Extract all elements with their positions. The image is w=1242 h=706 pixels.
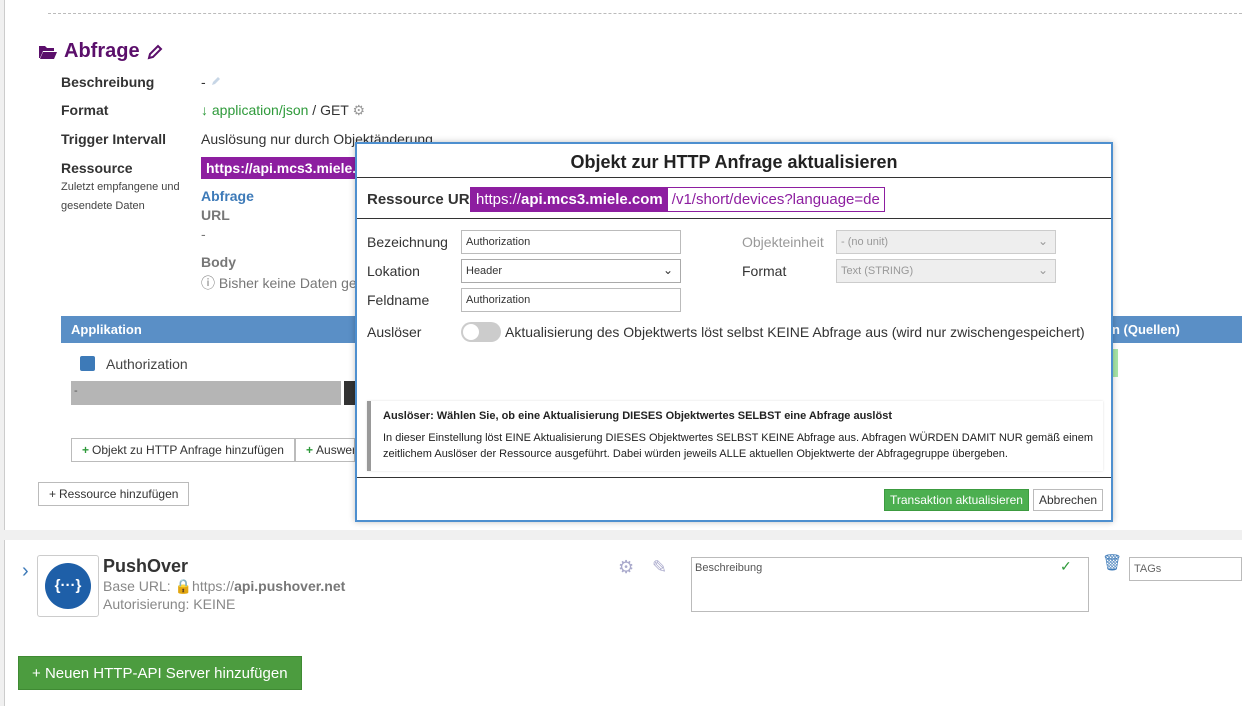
chevron-down-icon: ⌄ xyxy=(1037,263,1048,277)
format-value: Text (STRING) xyxy=(841,265,914,277)
row-name: Authorization xyxy=(106,356,188,372)
add-server-button[interactable]: + Neuen HTTP-API Server hinzufügen xyxy=(18,656,302,690)
trigger-info-box: Auslöser: Wählen Sie, ob eine Aktualisie… xyxy=(367,401,1103,471)
update-transaction-button[interactable]: Transaktion aktualisieren xyxy=(884,489,1029,511)
edit-icon[interactable] xyxy=(210,75,222,87)
objekteinheit-label: Objekteinheit xyxy=(742,234,824,250)
col-quellen: n (Quellen) xyxy=(1112,322,1180,337)
format-method: / GET xyxy=(312,102,349,118)
bar-divider xyxy=(344,381,355,405)
lokation-select[interactable]: Header ⌄ xyxy=(461,259,681,283)
resource-uri-base: https://api.mcs3.miele.com xyxy=(471,188,668,211)
format-label: Format xyxy=(742,263,787,279)
plus-icon: + xyxy=(306,443,314,457)
body-value: ⓘ Bisher keine Daten ges xyxy=(201,273,364,293)
abfrage-link[interactable]: Abfrage xyxy=(201,188,254,204)
add-resource-button[interactable]: + Ressource hinzufügen xyxy=(38,482,190,506)
ressource-label: Ressource xyxy=(61,160,133,176)
base-url-host: api.pushover.net xyxy=(234,578,346,594)
add-object-label: Objekt zu HTTP Anfrage hinzufügen xyxy=(92,443,284,457)
modal-header-divider xyxy=(357,177,1111,178)
folder-open-icon xyxy=(39,45,57,59)
tags-input[interactable]: TAGs xyxy=(1129,557,1242,581)
modal-uri-divider xyxy=(357,218,1111,219)
url-value: - xyxy=(201,226,206,242)
uri-prefix: https:// xyxy=(476,191,522,208)
plus-icon: + xyxy=(32,665,45,682)
add-resource-label: Ressource hinzufügen xyxy=(59,487,179,501)
body-text: Bisher keine Daten ges xyxy=(218,275,364,291)
toggle-knob xyxy=(463,324,479,340)
gear-icon[interactable]: ⚙ xyxy=(618,557,634,578)
chevron-down-icon: ⌄ xyxy=(1037,234,1048,248)
url-label: URL xyxy=(201,207,230,223)
api-icon: {···} xyxy=(45,563,91,609)
plus-icon: + xyxy=(49,487,57,501)
beschreibung-label: Beschreibung xyxy=(61,74,155,90)
info-icon: ⓘ xyxy=(201,275,215,291)
format-value: ↓ application/json / GET ⚙ xyxy=(201,102,365,119)
pencil-icon[interactable]: ✎ xyxy=(652,557,667,578)
format-mime: application/json xyxy=(211,102,309,118)
value-bar: - xyxy=(71,381,341,405)
trash-icon[interactable]: 🗑 xyxy=(1102,553,1122,573)
ausloeser-toggle[interactable] xyxy=(461,322,501,342)
lokation-label: Lokation xyxy=(367,263,420,279)
bezeichnung-input[interactable]: Authorization xyxy=(461,230,681,254)
chevron-right-icon[interactable]: › xyxy=(22,560,29,583)
base-url-prefix: https:// xyxy=(192,578,235,594)
format-label: Format xyxy=(61,102,109,118)
info-body: In dieser Einstellung löst EINE Aktualis… xyxy=(383,432,1094,460)
lokation-value: Header xyxy=(466,265,503,277)
resource-uri: https://api.mcs3.miele.com /v1/short/dev… xyxy=(470,187,885,212)
lock-icon: 🔒 xyxy=(174,578,193,594)
uri-host: api.mcs3.miele.com xyxy=(521,191,663,208)
section-title: Abfrage xyxy=(64,40,140,62)
zuletzt-label-2: gesendete Daten xyxy=(61,200,145,212)
modal-title: Objekt zur HTTP Anfrage aktualisieren xyxy=(570,152,898,172)
chevron-down-icon: ⌄ xyxy=(662,263,673,277)
format-select: Text (STRING) ⌄ xyxy=(836,259,1056,283)
base-url-label: Base URL: xyxy=(103,578,171,594)
trigger-label: Trigger Intervall xyxy=(61,131,167,147)
col-applikation: Applikation xyxy=(71,322,142,337)
objekteinheit-value: - (no unit) xyxy=(841,236,889,248)
bezeichnung-label: Bezeichnung xyxy=(367,234,448,250)
ausloeser-label: Auslöser xyxy=(367,324,422,340)
feldname-input[interactable]: Authorization xyxy=(461,288,681,312)
resource-uri-label: Ressource URI xyxy=(367,191,474,208)
add-object-button[interactable]: + Objekt zu HTTP Anfrage hinzufügen xyxy=(71,438,295,462)
arrow-down-icon: ↓ xyxy=(201,102,208,118)
description-textarea[interactable]: Beschreibung xyxy=(691,557,1089,612)
pencil-icon[interactable] xyxy=(146,43,164,61)
objekteinheit-select: - (no unit) ⌄ xyxy=(836,230,1056,254)
modal-footer-divider xyxy=(357,477,1111,478)
ausloeser-description: Aktualisierung des Objektwerts löst selb… xyxy=(505,324,1085,340)
cancel-button[interactable]: Abbrechen xyxy=(1033,489,1104,511)
server-auth: Autorisierung: KEINE xyxy=(103,596,236,612)
update-object-modal: Objekt zur HTTP Anfrage aktualisieren Re… xyxy=(355,142,1113,522)
server-base-url: Base URL: 🔒https://api.pushover.net xyxy=(103,578,345,595)
row-checkbox[interactable] xyxy=(80,356,95,371)
auswer-label: Auswer xyxy=(316,443,355,457)
gear-icon[interactable]: ⚙ xyxy=(353,102,366,118)
divider xyxy=(48,13,1242,14)
server-name: PushOver xyxy=(103,556,189,576)
feldname-label: Feldname xyxy=(367,292,430,308)
zuletzt-label-1: Zuletzt empfangene und xyxy=(61,181,180,193)
section-header: Abfrage xyxy=(38,40,164,63)
body-label: Body xyxy=(201,254,236,270)
server-logo-card: {···} xyxy=(37,555,99,617)
add-server-label: Neuen HTTP-API Server hinzufügen xyxy=(44,665,288,682)
check-icon[interactable]: ✓ xyxy=(1060,558,1072,575)
auswer-button[interactable]: + Auswer xyxy=(295,438,355,462)
beschreibung-value: - xyxy=(201,74,222,90)
plus-icon: + xyxy=(82,443,90,457)
beschreibung-text: - xyxy=(201,74,206,90)
ressource-chip: https://api.mcs3.miele.co xyxy=(201,157,378,179)
resource-uri-path: /v1/short/devices?language=de xyxy=(671,191,880,208)
info-title: Auslöser: Wählen Sie, ob eine Aktualisie… xyxy=(383,410,892,422)
